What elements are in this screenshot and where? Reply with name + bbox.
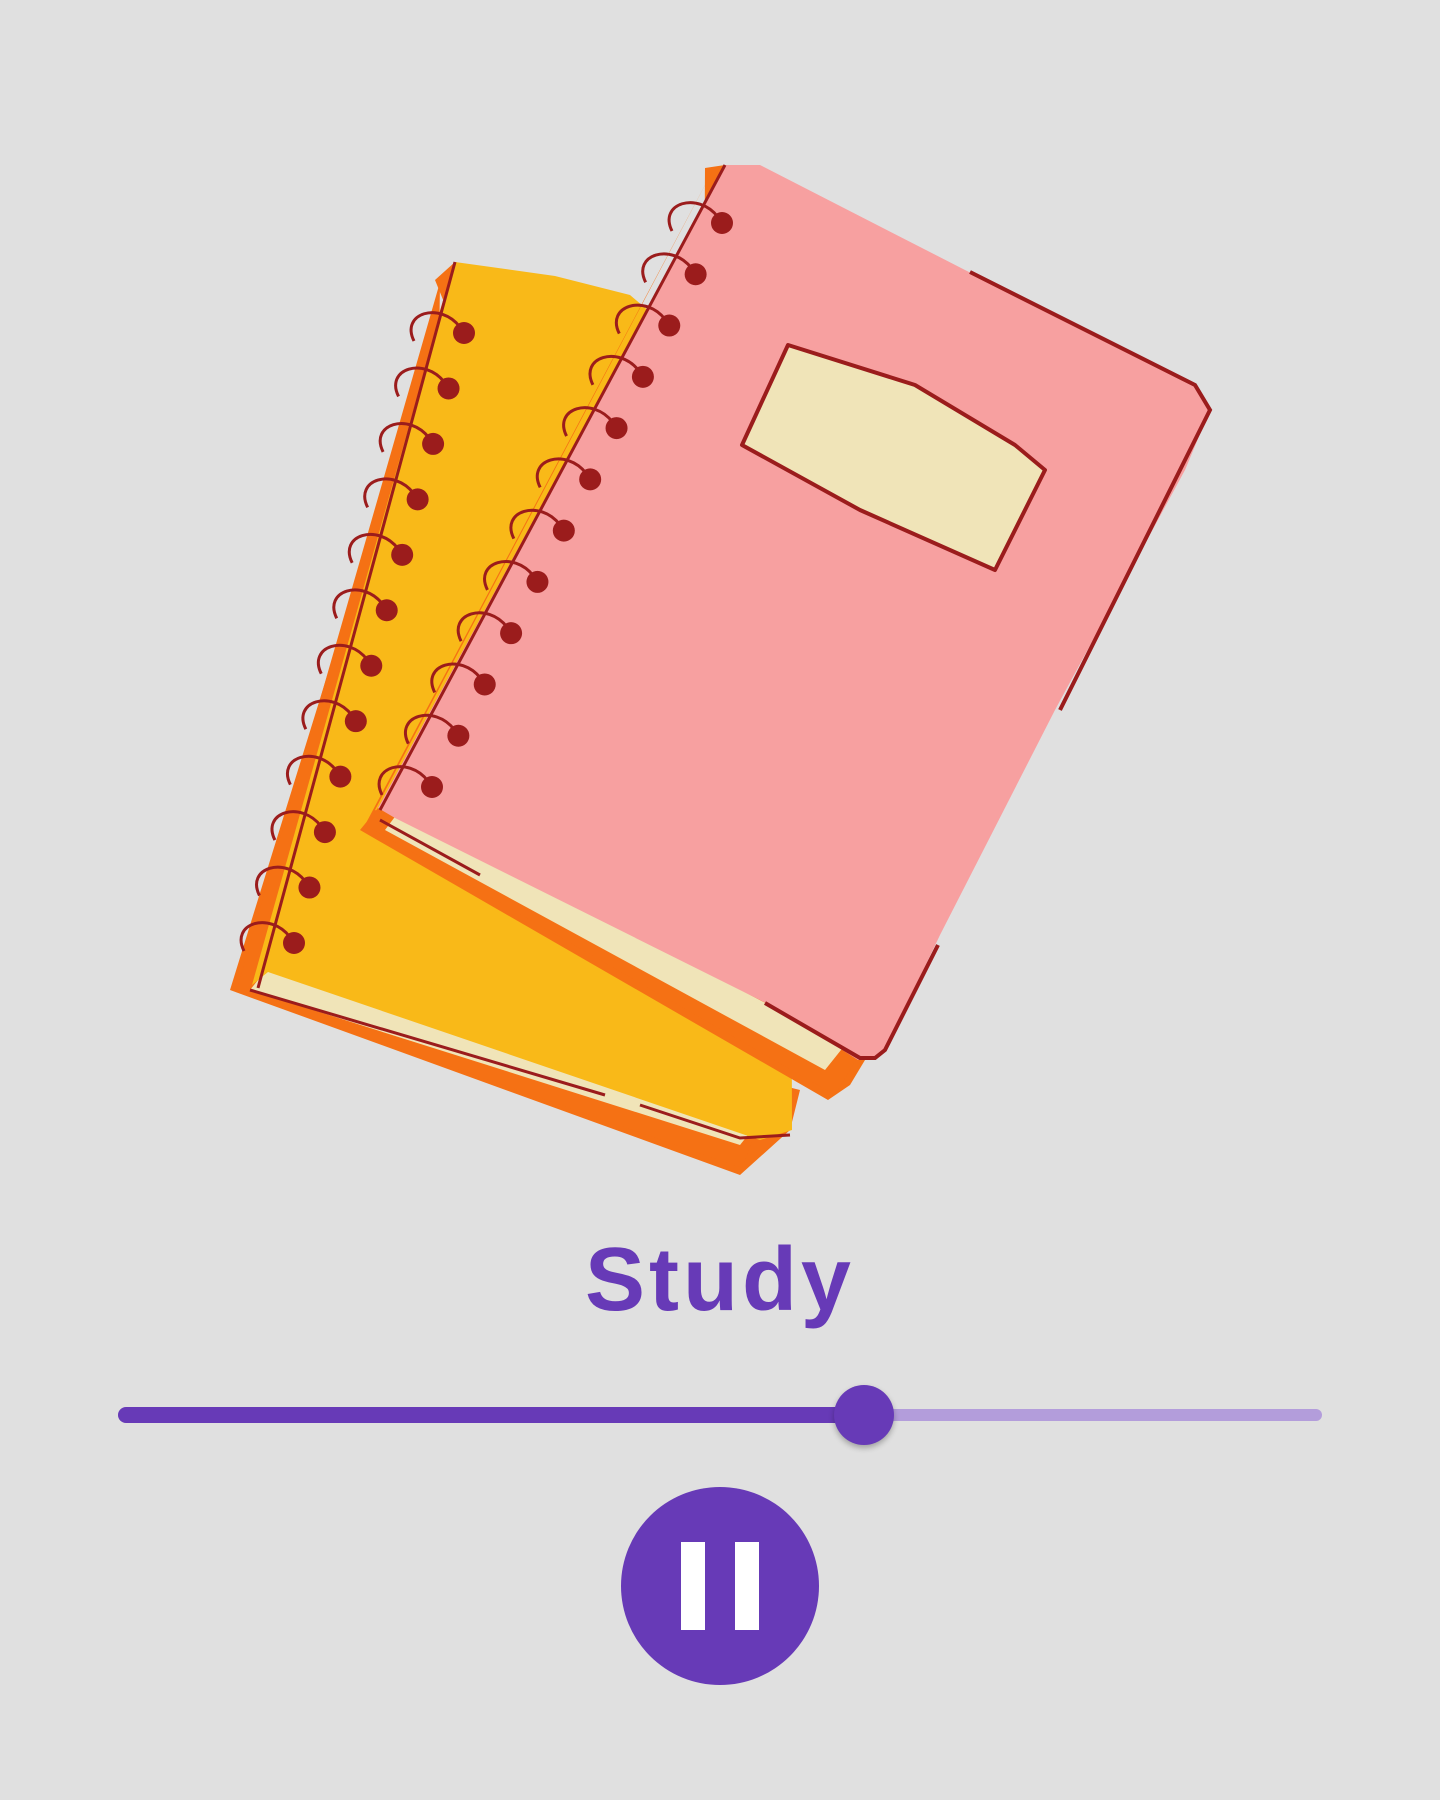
track-title: Study [584, 1230, 855, 1330]
slider-thumb[interactable] [834, 1385, 895, 1445]
pause-icon [681, 1542, 759, 1630]
progress-slider[interactable] [110, 1385, 1330, 1445]
notebooks-illustration [230, 164, 1213, 1175]
pause-button[interactable] [621, 1487, 819, 1685]
slider-fill [118, 1407, 865, 1423]
sound-player-screen: Study [0, 0, 1440, 1800]
